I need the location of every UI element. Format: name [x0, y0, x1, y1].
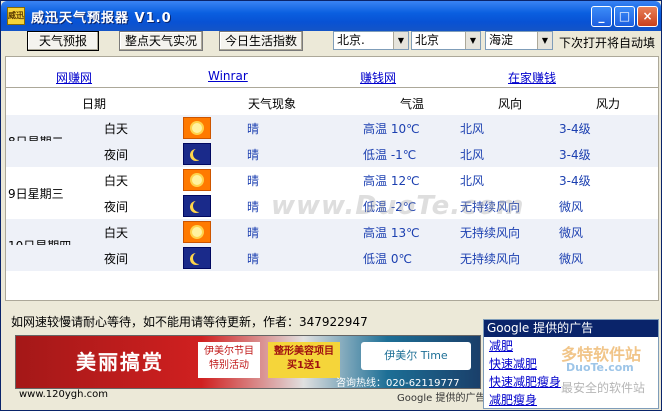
header-wind-force: 风力: [596, 97, 621, 111]
city-select[interactable]: 北京 ▼: [411, 31, 481, 50]
table-row: 白天 晴 高温 13℃ 无持续风向 微风: [6, 219, 658, 245]
wind-force-cell: 微风: [559, 200, 584, 214]
province-select[interactable]: 北京. ▼: [333, 31, 409, 50]
sun-icon: [183, 221, 211, 243]
wind-force-cell: 3-4级: [559, 148, 591, 162]
divider: [6, 87, 658, 88]
temp-cell: 高温 13℃: [363, 226, 420, 240]
wind-dir-cell: 北风: [460, 122, 485, 136]
weather-cell: 晴: [247, 148, 260, 162]
status-text: 如网速较慢请耐心等待，如不能用请等待更新，作者：347922947: [11, 315, 368, 329]
banner-tag-promo: 整形美容项目 买1送1: [268, 342, 340, 378]
auto-fill-label: 下次打开将自动填: [559, 36, 656, 50]
period-cell: 白天: [104, 174, 129, 188]
window-title: 威迅天气预报器 V1.0: [31, 11, 172, 26]
app-window: 威迅 威迅天气预报器 V1.0 _ □ × 天气预报 整点天气实况 今日生活指数…: [0, 0, 662, 411]
period-cell: 夜间: [104, 252, 129, 266]
period-cell: 白天: [104, 122, 129, 136]
chevron-down-icon[interactable]: ▼: [537, 32, 552, 49]
wind-dir-cell: 无持续风向: [460, 252, 521, 266]
sun-icon: [183, 169, 211, 191]
banner-tag-event: 伊美尔节目 特别活动: [198, 342, 260, 378]
wind-force-cell: 3-4级: [559, 122, 591, 136]
link-wangzhuan[interactable]: 网赚网: [56, 69, 92, 86]
header-wind-dir: 风向: [498, 97, 523, 111]
table-row: 白天 晴 高温 10℃ 北风 3-4级: [6, 115, 658, 141]
google-ads-heading: Google 提供的广告: [484, 320, 658, 337]
table-row: 夜间 晴 低温 0℃ 无持续风向 微风: [6, 245, 658, 271]
wind-dir-cell: 北风: [460, 174, 485, 188]
link-row: 网赚网 Winrar 赚钱网 在家赚钱: [6, 69, 658, 89]
close-button[interactable]: ×: [637, 6, 658, 27]
tab-hourly-weather[interactable]: 整点天气实况: [119, 31, 203, 51]
sun-icon: [183, 117, 211, 139]
temp-cell: 高温 10℃: [363, 122, 420, 136]
watermark-duote-en: DuoTe.com: [566, 361, 634, 374]
link-zhuanqian[interactable]: 赚钱网: [360, 69, 396, 86]
header-temp: 气温: [400, 97, 425, 111]
moon-icon: [183, 143, 211, 165]
temp-cell: 低温 0℃: [363, 252, 412, 266]
province-value: 北京.: [337, 33, 365, 47]
period-cell: 夜间: [104, 200, 129, 214]
chevron-down-icon[interactable]: ▼: [465, 32, 480, 49]
banner-brand: 伊美尔 Time: [361, 342, 471, 370]
maximize-button[interactable]: □: [614, 6, 635, 27]
forecast-panel: 网赚网 Winrar 赚钱网 在家赚钱 日期 天气现象 气温 风向 风力 白天 …: [5, 56, 659, 301]
district-value: 海淀: [489, 33, 514, 47]
header-date: 日期: [82, 97, 107, 111]
link-zaijia[interactable]: 在家赚钱: [508, 69, 556, 86]
table-row: 白天 晴 高温 12℃ 北风 3-4级: [6, 167, 658, 193]
banner-ad-label: Google 提供的广告: [397, 393, 486, 404]
ad-banner[interactable]: 美丽搞赏 伊美尔节目 特别活动 整形美容项目 买1送1 伊美尔 Time 咨询热…: [15, 335, 481, 389]
wind-force-cell: 微风: [559, 252, 584, 266]
app-icon: 威迅: [7, 7, 25, 25]
period-cell: 夜间: [104, 148, 129, 162]
city-value: 北京: [415, 33, 440, 47]
tab-weather-forecast[interactable]: 天气预报: [27, 31, 99, 51]
link-winrar[interactable]: Winrar: [208, 69, 248, 83]
minimize-button[interactable]: _: [591, 6, 612, 27]
district-select[interactable]: 海淀 ▼: [485, 31, 553, 50]
period-cell: 白天: [104, 226, 129, 240]
title-bar[interactable]: 威迅 威迅天气预报器 V1.0 _ □ ×: [1, 1, 661, 31]
watermark-duote: www.DuoTe.com: [271, 191, 525, 221]
header-weather: 天气现象: [248, 97, 297, 111]
wind-dir-cell: 北风: [460, 148, 485, 162]
table-row: 夜间 晴 低温 -1℃ 北风 3-4级: [6, 141, 658, 167]
weather-cell: 晴: [247, 122, 260, 136]
weather-cell: 晴: [247, 226, 260, 240]
banner-url[interactable]: www.120ygh.com: [19, 389, 108, 400]
banner-hotline: 咨询热线：020-62119777: [336, 378, 460, 389]
wind-dir-cell: 无持续风向: [460, 226, 521, 240]
tab-life-index[interactable]: 今日生活指数: [219, 31, 303, 51]
toolbar: 天气预报 整点天气实况 今日生活指数 北京. ▼ 北京 ▼ 海淀 ▼ 下次打开将…: [1, 31, 661, 55]
weather-cell: 晴: [247, 200, 260, 214]
watermark-slogan: 最安全的软件站: [561, 381, 646, 395]
temp-cell: 高温 12℃: [363, 174, 420, 188]
wind-force-cell: 微风: [559, 226, 584, 240]
wind-force-cell: 3-4级: [559, 174, 591, 188]
chevron-down-icon[interactable]: ▼: [393, 32, 408, 49]
moon-icon: [183, 195, 211, 217]
moon-icon: [183, 247, 211, 269]
weather-cell: 晴: [247, 252, 260, 266]
temp-cell: 低温 -1℃: [363, 148, 417, 162]
weather-cell: 晴: [247, 174, 260, 188]
banner-title: 美丽搞赏: [76, 350, 164, 374]
